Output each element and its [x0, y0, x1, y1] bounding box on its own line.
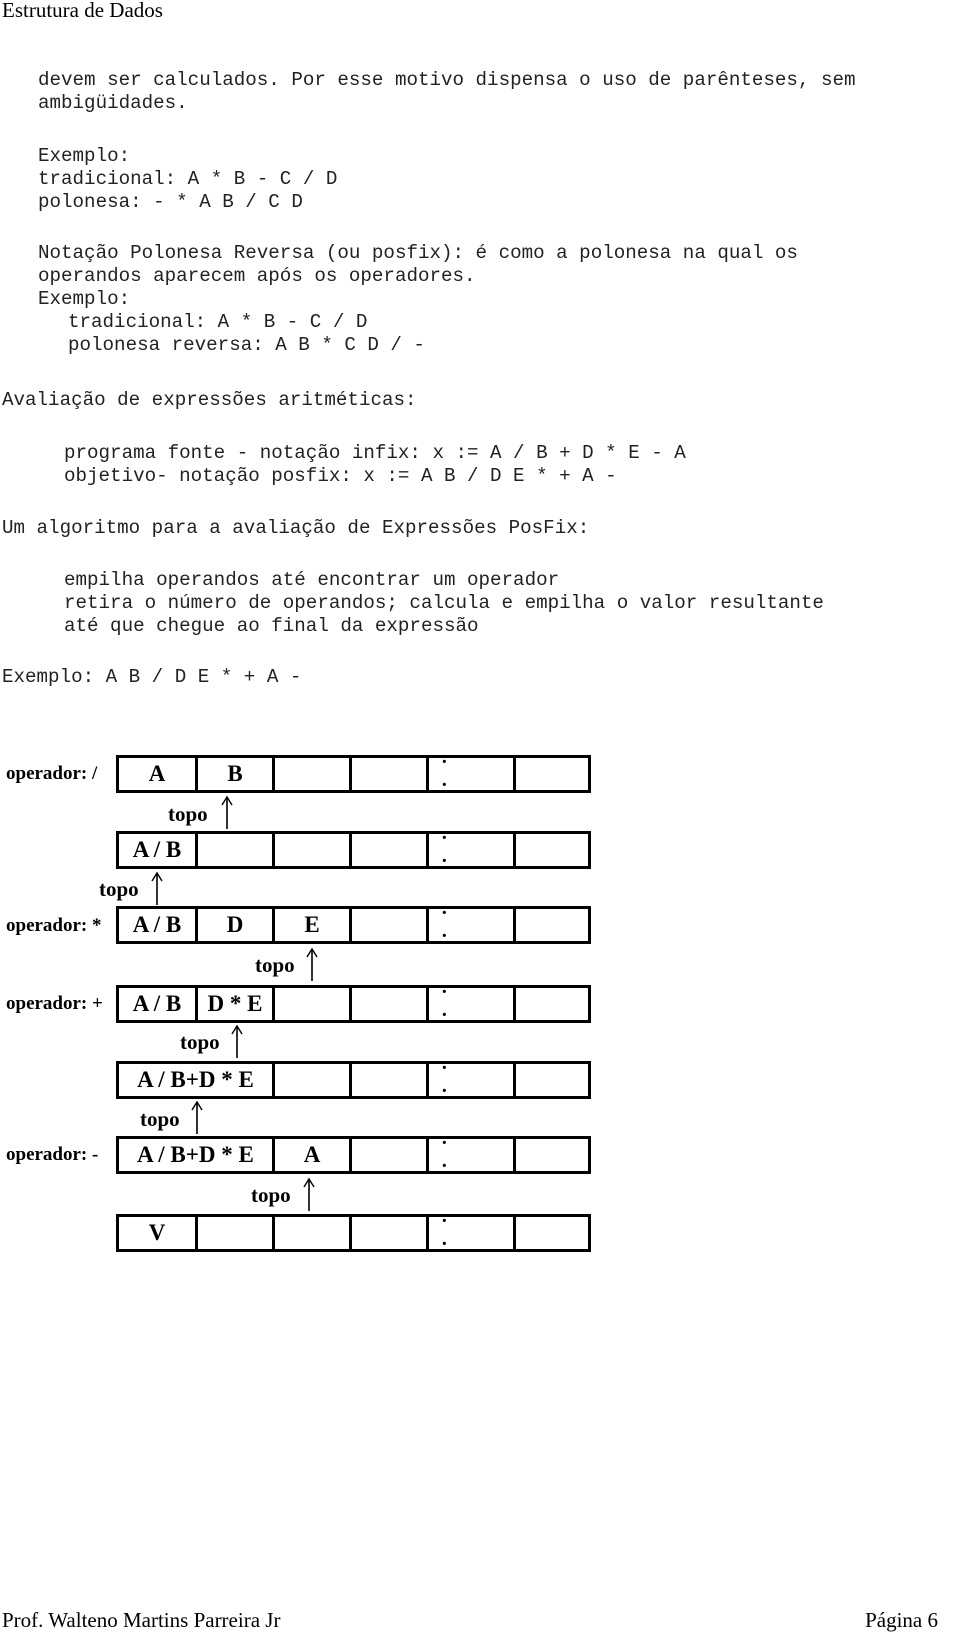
stack-cell	[275, 988, 352, 1020]
algorithm-step: retira o número de operandos; calcula e …	[64, 592, 824, 614]
stack-cell: V	[119, 1217, 198, 1249]
stack-cell-ellipsis: · ·	[429, 1210, 516, 1255]
stack-row: A / B · ·	[116, 827, 591, 872]
stack-cell	[516, 1139, 588, 1171]
stack-cell-ellipsis: · ·	[429, 1057, 516, 1102]
operator-label: operador: *	[6, 915, 102, 936]
topo-arrow-icon	[191, 1100, 203, 1134]
operator-label: operador: /	[6, 763, 98, 784]
stack-cell	[516, 834, 588, 866]
stack-cell	[275, 758, 352, 790]
stack-cell	[275, 834, 352, 866]
topo-arrow-icon	[221, 795, 233, 829]
algorithm-step: até que chegue ao final da expressão	[64, 615, 479, 637]
paragraph-line: operandos aparecem após os operadores.	[38, 265, 476, 287]
stack-cell	[516, 1064, 588, 1096]
stack-row: A B · ·	[116, 751, 591, 796]
topo-arrow-icon	[151, 871, 163, 905]
topo-label: topo	[99, 877, 139, 901]
stack-cell	[275, 1064, 352, 1096]
stack-cell-ellipsis: · ·	[429, 827, 516, 872]
document-header-title: Estrutura de Dados	[2, 0, 163, 22]
stack-cell-ellipsis: · ·	[429, 751, 516, 796]
topo-arrow-icon	[306, 947, 318, 981]
operator-label: operador: -	[6, 1144, 99, 1165]
stack-cell	[352, 1139, 429, 1171]
example-reverse-polish: polonesa reversa: A B * C D / -	[68, 334, 425, 356]
example-expression: Exemplo: A B / D E * + A -	[2, 666, 302, 688]
stack-cell	[516, 988, 588, 1020]
topo-arrow-icon	[303, 1177, 315, 1211]
topo-arrow-icon	[231, 1024, 243, 1058]
stack-cell: D	[198, 909, 275, 941]
stack-cell-ellipsis: · ·	[429, 981, 516, 1026]
stack-cell: D * E	[198, 988, 275, 1020]
stack-cell-merged: A / B+D * E	[119, 1139, 275, 1171]
stack-cell: A / B	[119, 988, 198, 1020]
example-traditional: tradicional: A * B - C / D	[68, 311, 368, 333]
stack-cell: A	[275, 1139, 352, 1171]
stack-cell	[516, 1217, 588, 1249]
stack-cell	[352, 758, 429, 790]
stack-cell: E	[275, 909, 352, 941]
topo-label: topo	[180, 1030, 220, 1054]
eval-line: programa fonte - notação infix: x := A /…	[64, 442, 686, 464]
stack-row: A / B D * E · ·	[116, 981, 591, 1026]
example-label: Exemplo:	[38, 288, 131, 310]
stack-cell	[352, 1217, 429, 1249]
stack-cell	[352, 1064, 429, 1096]
topo-label: topo	[140, 1107, 180, 1131]
operator-label: operador: +	[6, 993, 103, 1014]
stack-cell	[198, 1217, 275, 1249]
algorithm-step: empilha operandos até encontrar um opera…	[64, 569, 560, 591]
paragraph-line: ambigüidades.	[38, 92, 188, 114]
stack-cell: B	[198, 758, 275, 790]
stack-cell	[516, 758, 588, 790]
footer-author: Prof. Walteno Martins Parreira Jr	[2, 1608, 281, 1632]
topo-label: topo	[251, 1183, 291, 1207]
section-heading-algorithm: Um algoritmo para a avaliação de Express…	[2, 517, 590, 539]
stack-cell	[198, 834, 275, 866]
stack-cell: A	[119, 758, 198, 790]
eval-line: objetivo- notação posfix: x := A B / D E…	[64, 465, 617, 487]
stack-row: A / B+D * E A · ·	[116, 1132, 591, 1177]
stack-cell	[352, 834, 429, 866]
topo-label: topo	[255, 953, 295, 977]
stack-cell	[352, 988, 429, 1020]
stack-cell	[352, 909, 429, 941]
paragraph-line: Notação Polonesa Reversa (ou posfix): é …	[38, 242, 798, 264]
section-heading-evaluation: Avaliação de expressões aritméticas:	[2, 389, 417, 411]
stack-cell: A / B	[119, 909, 198, 941]
example-traditional: tradicional: A * B - C / D	[38, 168, 338, 190]
stack-row: V · ·	[116, 1210, 591, 1255]
stack-cell-merged: A / B+D * E	[119, 1064, 275, 1096]
stack-cell	[516, 909, 588, 941]
footer-page-number: Página 6	[865, 1608, 938, 1632]
paragraph-line: devem ser calculados. Por esse motivo di…	[38, 69, 856, 91]
example-label: Exemplo:	[38, 145, 131, 167]
stack-cell-ellipsis: · ·	[429, 902, 516, 947]
example-polish: polonesa: - * A B / C D	[38, 191, 303, 213]
stack-row: A / B D E · ·	[116, 902, 591, 947]
stack-row: A / B+D * E · ·	[116, 1057, 591, 1102]
stack-cell: A / B	[119, 834, 198, 866]
stack-cell-ellipsis: · ·	[429, 1132, 516, 1177]
stack-cell	[275, 1217, 352, 1249]
topo-label: topo	[168, 802, 208, 826]
